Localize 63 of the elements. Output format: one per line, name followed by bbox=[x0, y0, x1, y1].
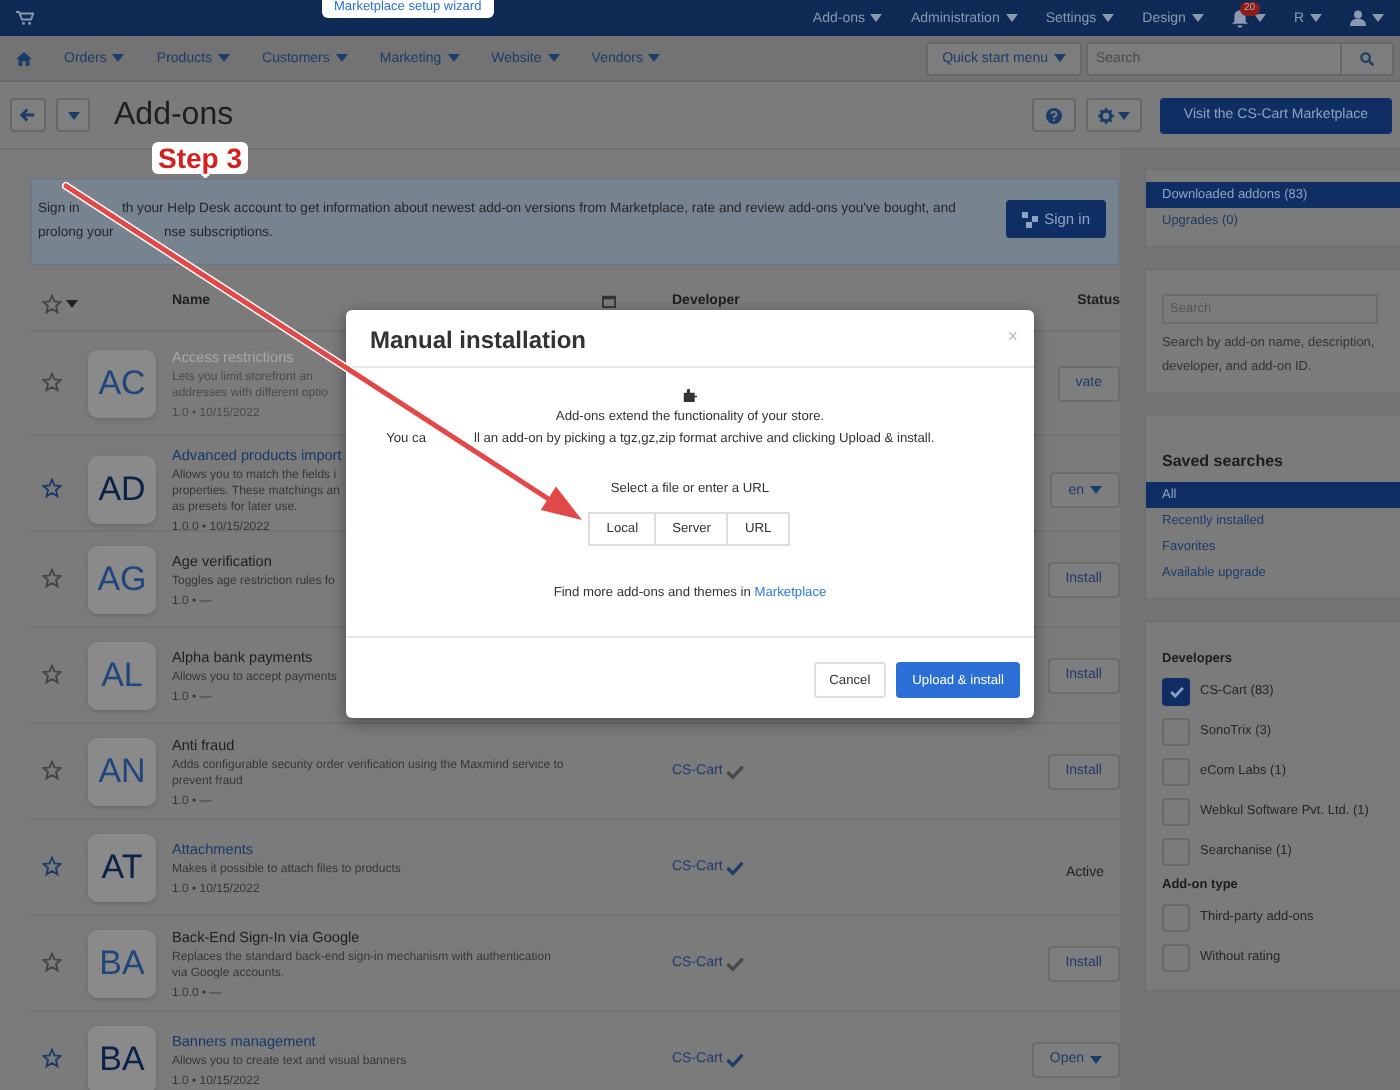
help-icon bbox=[1045, 107, 1062, 123]
caret-icon bbox=[1005, 14, 1018, 22]
caret-icon bbox=[1102, 14, 1115, 22]
gear-icon bbox=[1097, 107, 1114, 123]
caret-icon bbox=[648, 54, 661, 62]
star-icon[interactable] bbox=[42, 478, 62, 498]
close-button[interactable]: × bbox=[1007, 326, 1018, 346]
back-button[interactable] bbox=[10, 98, 46, 132]
check-icon bbox=[1169, 686, 1183, 698]
check-icon bbox=[726, 1051, 745, 1067]
addon-initials: AG bbox=[88, 545, 156, 613]
caret-icon bbox=[1253, 14, 1266, 22]
caret-icon bbox=[447, 54, 460, 62]
caret-icon bbox=[1054, 54, 1066, 62]
star-icon[interactable] bbox=[42, 951, 62, 971]
caret-icon bbox=[218, 54, 231, 62]
search-button[interactable] bbox=[1342, 41, 1394, 75]
caret-icon bbox=[1117, 111, 1130, 119]
cart-icon[interactable] bbox=[16, 10, 34, 26]
star-icon[interactable] bbox=[42, 663, 62, 683]
help-button[interactable] bbox=[1031, 98, 1076, 132]
caret-icon bbox=[66, 300, 78, 308]
addon-initials: BA bbox=[88, 929, 156, 997]
addon-initials: AL bbox=[88, 641, 156, 709]
caret-icon bbox=[335, 54, 348, 62]
caret-icon bbox=[870, 14, 883, 22]
calendar-icon[interactable] bbox=[602, 294, 616, 308]
addon-initials: AT bbox=[88, 833, 156, 901]
arrow-icon bbox=[20, 108, 36, 122]
check-icon bbox=[726, 859, 745, 875]
star-icon[interactable] bbox=[42, 1047, 62, 1067]
step-label: Step 3 bbox=[152, 142, 249, 174]
addon-initials: AC bbox=[88, 349, 156, 417]
history-dropdown[interactable] bbox=[56, 98, 90, 132]
star-icon[interactable] bbox=[42, 294, 62, 314]
addon-initials: AN bbox=[88, 737, 156, 805]
star-icon[interactable] bbox=[42, 567, 62, 587]
check-icon bbox=[726, 955, 745, 971]
bell-icon[interactable] bbox=[1231, 9, 1248, 27]
caret-icon bbox=[67, 111, 79, 119]
user-icon[interactable] bbox=[1350, 10, 1366, 26]
caret-icon bbox=[112, 54, 125, 62]
checkbox[interactable] bbox=[1162, 678, 1190, 706]
caret-icon bbox=[1191, 14, 1204, 22]
caret-icon bbox=[547, 54, 560, 62]
star-icon[interactable] bbox=[42, 855, 62, 875]
search-icon bbox=[1360, 51, 1374, 65]
puzzle-icon bbox=[682, 388, 698, 402]
caret-icon bbox=[1090, 1055, 1102, 1063]
dialog-title: Manual installation bbox=[370, 326, 587, 354]
grid-icon bbox=[1022, 211, 1039, 227]
star-icon[interactable] bbox=[42, 759, 62, 779]
page-title: Add-ons bbox=[114, 97, 236, 133]
caret-icon bbox=[1372, 14, 1384, 22]
home-icon[interactable] bbox=[16, 51, 32, 65]
settings-button[interactable] bbox=[1085, 98, 1142, 132]
addon-initials: BA bbox=[88, 1025, 156, 1090]
check-icon bbox=[726, 763, 745, 779]
caret-icon bbox=[1090, 486, 1102, 494]
caret-icon bbox=[1310, 14, 1322, 22]
section-title: Saved searches bbox=[1160, 450, 1285, 474]
star-icon[interactable] bbox=[42, 371, 62, 391]
addon-initials: AD bbox=[88, 456, 156, 524]
